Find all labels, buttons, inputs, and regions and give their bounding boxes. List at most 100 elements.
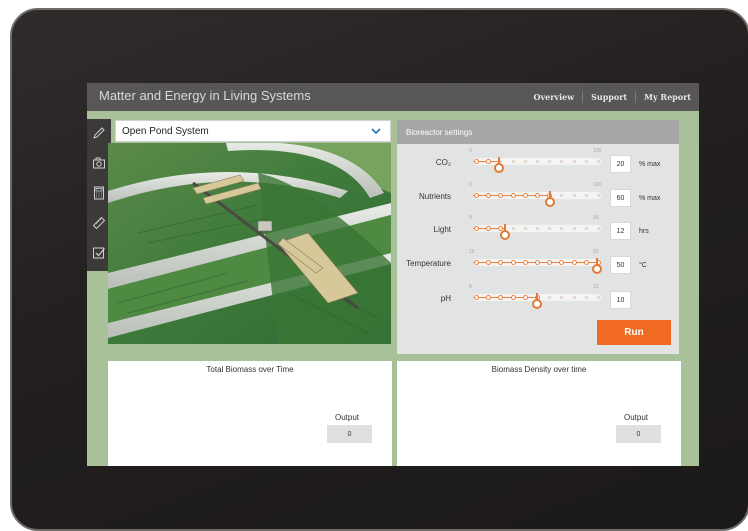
slider-step (486, 295, 492, 300)
slider-step (486, 159, 492, 164)
slider-track[interactable] (473, 258, 602, 274)
tablet-frame: Matter and Energy in Living Systems Over… (10, 8, 748, 531)
slider-min: 8 (469, 215, 472, 221)
nav-overview[interactable]: Overview (526, 91, 583, 103)
output-value: 0 (616, 425, 661, 443)
checkbox-icon[interactable] (89, 243, 109, 263)
slider-label: CO₂ (435, 158, 451, 167)
slider-step (548, 160, 552, 163)
slider-handle[interactable] (493, 157, 504, 173)
slider-step (510, 260, 516, 265)
slider-handle[interactable] (592, 258, 602, 274)
slider-max: 24 (593, 215, 599, 221)
chart-title: Total Biomass over Time (206, 365, 294, 374)
slider-value-field[interactable]: 20 (610, 155, 631, 173)
output-label: Output (624, 413, 649, 422)
camera-icon[interactable] (89, 153, 109, 173)
app-screen: Matter and Energy in Living Systems Over… (87, 83, 699, 466)
slider-track[interactable] (473, 157, 601, 173)
slider-row: Temperature 15 50 50 °C (397, 245, 679, 279)
slider-step (474, 260, 479, 265)
slider-row: pH 8 12 10 (397, 280, 679, 314)
slider-value-field[interactable]: 60 (610, 189, 631, 207)
slider-step (535, 260, 540, 265)
slider-step (571, 260, 577, 265)
slider-step (536, 160, 539, 163)
slider-step (498, 260, 504, 265)
slider-step (511, 227, 515, 230)
slider-max: 100 (593, 148, 602, 154)
slider-track[interactable] (473, 191, 601, 207)
slider-step (474, 159, 479, 164)
slider-track[interactable] (473, 224, 601, 240)
slider-value-field[interactable]: 10 (610, 291, 631, 309)
slider-step (560, 160, 564, 163)
slider-value-field[interactable]: 50 (610, 256, 631, 274)
nav-support[interactable]: Support (582, 91, 635, 103)
slider-step (597, 160, 600, 163)
run-button[interactable]: Run (597, 320, 671, 345)
slider-step (584, 296, 588, 299)
slider-step (547, 260, 553, 265)
slider-step (572, 160, 576, 163)
top-nav: Overview Support My Report (526, 83, 700, 111)
slider-step (523, 160, 527, 163)
bioreactor-header: Bioreactor settings (397, 120, 679, 144)
slider-min: 0 (469, 148, 472, 154)
slider-step (597, 194, 600, 197)
slider-step (584, 160, 588, 163)
slider-step (474, 295, 479, 300)
nav-my-report[interactable]: My Report (635, 91, 699, 103)
slider-step (522, 260, 528, 265)
slider-unit: % max (639, 161, 661, 168)
slider-step (511, 160, 515, 163)
slider-handle[interactable] (532, 293, 542, 309)
output-label: Output (335, 413, 360, 422)
biomass-density-chart: Biomass Density over time Output 0 (397, 361, 681, 466)
slider-step (560, 194, 564, 197)
slider-unit: % max (639, 195, 661, 202)
output-value: 0 (327, 425, 372, 443)
slider-handle[interactable] (544, 191, 555, 207)
slider-label: pH (440, 294, 451, 303)
slider-step (498, 193, 504, 198)
slider-handle[interactable] (500, 224, 510, 240)
slider-step (523, 227, 527, 230)
pencil-icon[interactable] (89, 123, 109, 143)
slider-unit: °C (639, 262, 647, 269)
slider-row: Light 8 24 12 hrs (397, 211, 679, 245)
slider-step (498, 295, 504, 300)
slider-label: Temperature (406, 259, 451, 268)
system-select[interactable]: Open Pond System (115, 120, 391, 142)
slider-label: Light (433, 225, 451, 234)
slider-max: 100 (593, 182, 602, 188)
pond-photo (108, 143, 391, 344)
slider-step (548, 227, 552, 230)
slider-step (572, 194, 576, 197)
slider-step (536, 227, 539, 230)
slider-step (486, 226, 492, 231)
slider-min: 0 (469, 182, 472, 188)
slider-step (486, 260, 492, 265)
slider-step (522, 193, 528, 198)
slider-min: 15 (469, 249, 475, 255)
slider-row: CO₂ 0 100 20 % max (397, 144, 679, 178)
slider-step (510, 295, 516, 300)
calculator-icon[interactable] (89, 183, 109, 203)
slider-step (474, 226, 479, 231)
top-bar: Matter and Energy in Living Systems Over… (87, 83, 699, 111)
slider-value-field[interactable]: 12 (610, 222, 631, 240)
slider-label: Nutrients (418, 192, 451, 201)
slider-row: Nutrients 0 100 60 % max (397, 178, 679, 212)
slider-track[interactable] (473, 293, 601, 309)
slider-step (474, 193, 479, 198)
slider-step (583, 260, 589, 265)
slider-step (584, 194, 588, 197)
slider-step (597, 296, 600, 299)
total-biomass-chart: Total Biomass over Time Output 0 (108, 361, 392, 466)
chevron-down-icon[interactable] (370, 125, 382, 137)
slider-step (510, 193, 516, 198)
chart-title: Biomass Density over time (491, 365, 587, 374)
ruler-icon[interactable] (89, 213, 109, 233)
slider-unit: hrs (639, 228, 649, 235)
